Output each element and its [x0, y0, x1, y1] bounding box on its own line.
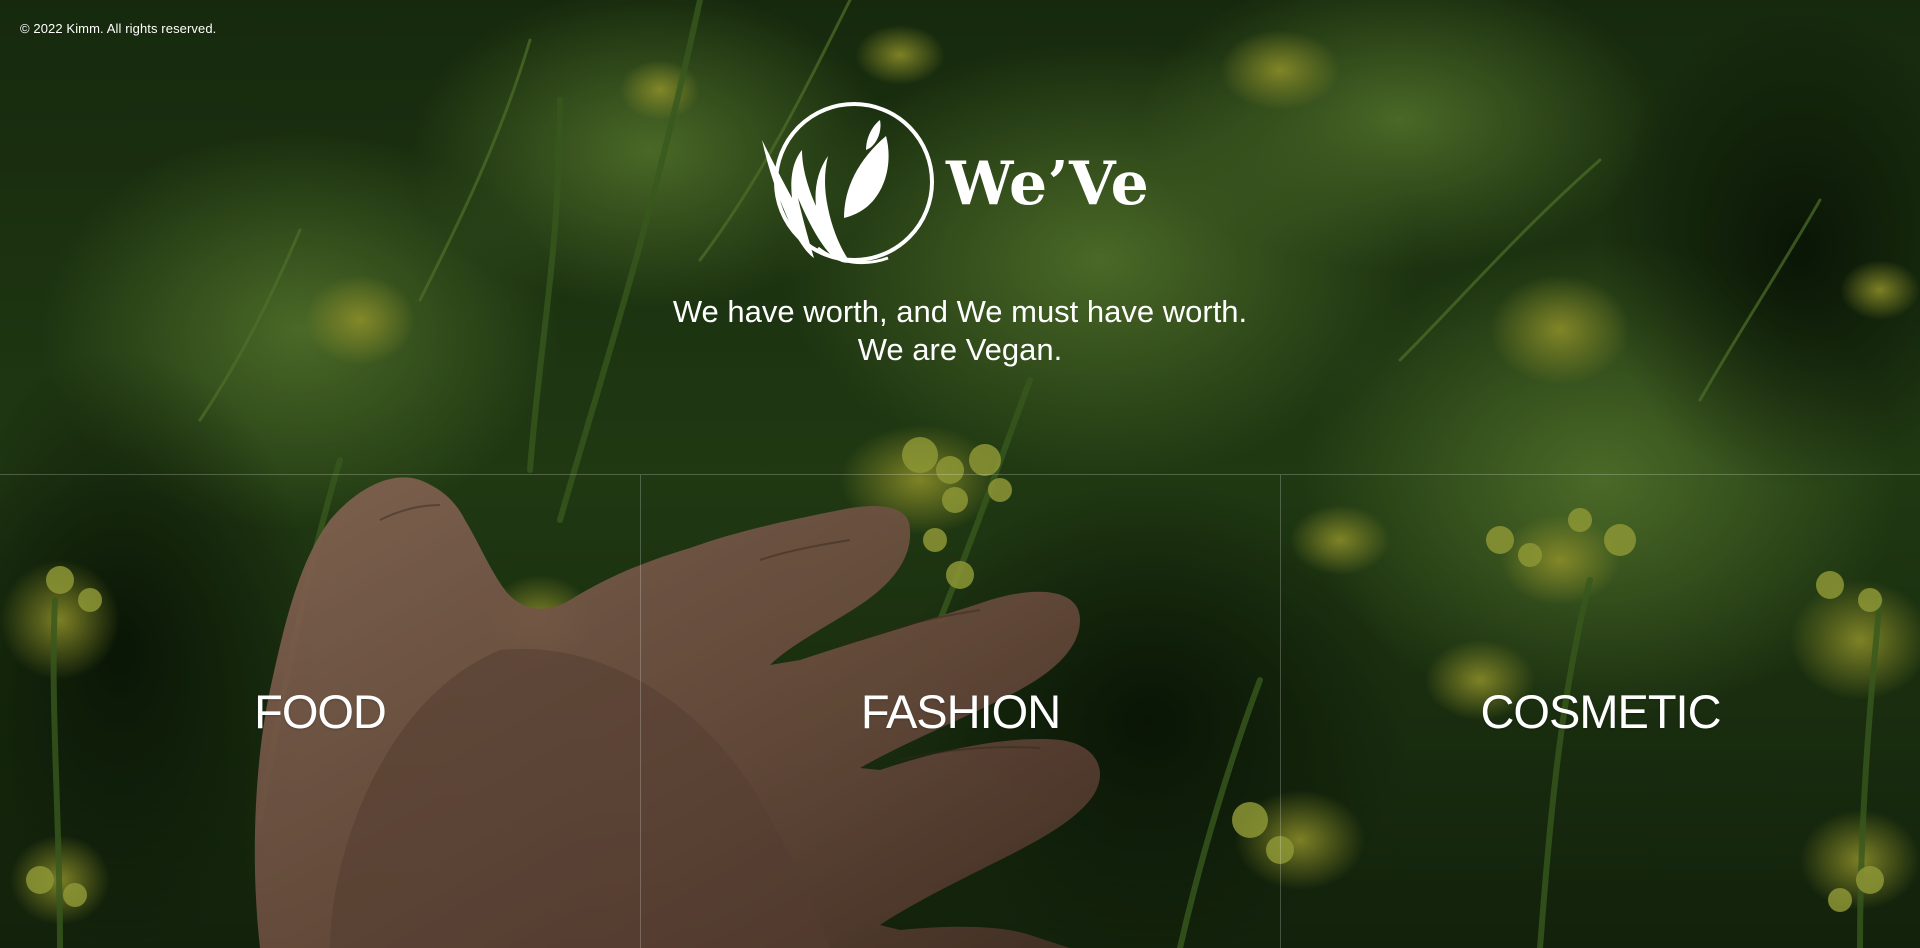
- landing-page: © 2022 Kimm. All rights reserved. We’Ve …: [0, 0, 1920, 948]
- category-cosmetic-label: COSMETIC: [1480, 685, 1721, 738]
- category-cosmetic[interactable]: COSMETIC: [1280, 475, 1920, 948]
- brand-logo[interactable]: We’Ve: [758, 98, 1149, 266]
- category-food[interactable]: FOOD: [0, 475, 640, 948]
- category-fashion[interactable]: FASHION: [640, 475, 1280, 948]
- leaf-w-circle-logo-icon: [762, 102, 934, 265]
- tagline-line-1: We have worth, and We must have worth.: [672, 294, 1248, 329]
- brand-name: We’Ve: [946, 149, 1150, 219]
- category-fashion-label: FASHION: [860, 685, 1061, 738]
- copyright-text: © 2022 Kimm. All rights reserved.: [20, 21, 217, 36]
- tagline-line-2: We are Vegan.: [857, 332, 1063, 367]
- category-food-label: FOOD: [254, 685, 387, 738]
- tagline: We have worth, and We must have worth. W…: [0, 293, 1920, 369]
